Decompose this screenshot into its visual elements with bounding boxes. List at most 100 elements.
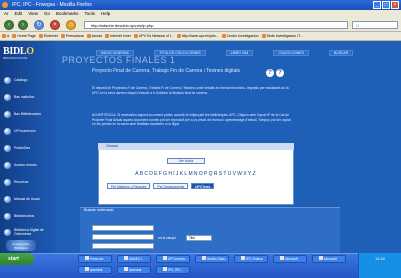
bookmarks-toolbar: A Home Page Elnternet Prensalona Asunci … bbox=[0, 32, 401, 41]
section-banner: PROYECTOS FINALES 1 bbox=[62, 55, 176, 65]
task-button[interactable]: Microsoft bbox=[273, 255, 307, 263]
search-field-2[interactable] bbox=[92, 234, 154, 240]
topnav-item[interactable]: LIBRO SIM bbox=[225, 50, 254, 56]
sidebar-item-biblioteca-digital[interactable]: Biblioteca Digital de Cebemines bbox=[4, 226, 54, 238]
field-label: en el campo bbox=[158, 236, 176, 240]
navigation-toolbar: ‹ › ↻ × ⌂ http://sdsnhe.desdzio.upv.es/i… bbox=[0, 18, 401, 32]
bookmark-item[interactable]: A bbox=[2, 34, 9, 38]
sidebar-item-acceso-remoto[interactable]: Acceso remoto bbox=[4, 160, 54, 170]
bookmark-item[interactable]: Elnternet bbox=[38, 34, 58, 38]
window-titlebar: IPC, IPC - Frwegsa - Mozilla Firefox _ □… bbox=[0, 0, 401, 10]
bookmark-item[interactable]: Centro Investigacion bbox=[221, 34, 259, 38]
menu-tools[interactable]: Tools bbox=[84, 10, 95, 18]
app-icon bbox=[124, 256, 128, 260]
task-button[interactable]: Press ser bbox=[78, 255, 112, 263]
sidebar-item-catalogo[interactable]: Catálogo bbox=[4, 75, 54, 85]
firefox-icon bbox=[2, 2, 8, 8]
view-all-button[interactable]: Ver todos bbox=[167, 158, 205, 164]
bullet-icon bbox=[4, 212, 11, 220]
title-buttons: ? ? bbox=[266, 69, 284, 77]
menu-bookmarks[interactable]: Bookmarks bbox=[56, 10, 79, 18]
by-subject-button[interactable]: Per Materies o Paraules bbox=[107, 183, 151, 189]
url-input[interactable]: http://sdsnhe.desdzio.upv.es/ip.php bbox=[84, 21, 348, 29]
sidebar-item-bibliotecarios-2[interactable]: Bibliotecarios bbox=[4, 211, 54, 221]
info-icon[interactable]: ? bbox=[276, 69, 284, 77]
app-icon bbox=[85, 267, 89, 271]
sidebar-item-manual[interactable]: Manual de Usuar bbox=[4, 194, 54, 204]
clock[interactable]: 14:32 bbox=[375, 256, 385, 261]
task-button[interactable]: Ipcentral bbox=[78, 266, 112, 274]
by-department-button[interactable]: Per Departaments bbox=[153, 183, 189, 189]
bullet-icon bbox=[4, 228, 11, 236]
window-controls: _ □ × bbox=[373, 1, 399, 9]
bookmark-icon bbox=[2, 34, 6, 38]
bookmark-icon bbox=[133, 34, 138, 38]
bullet-icon bbox=[4, 161, 11, 169]
description-paragraph: El depósit de Proyectos Fi de Carrera, T… bbox=[92, 86, 289, 95]
task-button[interactable]: IPC Ordena bbox=[234, 255, 268, 263]
bookmark-item[interactable]: http://www.upv.es/pho... bbox=[176, 34, 219, 38]
sidebar-item-recursos[interactable]: Recursos bbox=[4, 177, 54, 187]
bullet-icon bbox=[4, 144, 11, 152]
menu-file[interactable]: Ar bbox=[4, 10, 9, 18]
bullet-icon bbox=[4, 76, 11, 84]
task-button[interactable]: ANNEX 1 bbox=[117, 255, 151, 263]
stop-icon[interactable]: × bbox=[50, 20, 60, 30]
topnav-item[interactable]: COLECCIONES bbox=[273, 50, 309, 56]
menu-go[interactable]: Go bbox=[44, 10, 50, 18]
task-button[interactable]: UPCcommo... bbox=[156, 255, 190, 263]
search-panel-title: Buscar ordenació bbox=[84, 208, 114, 212]
start-button[interactable]: start bbox=[0, 253, 34, 265]
system-tray: 14:32 bbox=[358, 253, 401, 278]
sidebar-item-alumnos[interactable]: Bas Inalluños bbox=[4, 92, 54, 102]
site-logo-subtitle: BIBLIOTECA DIGITAL bbox=[3, 57, 28, 60]
field-select[interactable]: Titol bbox=[186, 235, 212, 241]
bookmark-item[interactable]: Home Page bbox=[12, 34, 36, 38]
bookmark-item[interactable]: Sede Investigacion IT... bbox=[261, 34, 303, 38]
maximize-button[interactable]: □ bbox=[382, 1, 390, 9]
bookmark-item[interactable]: Prensalona bbox=[60, 34, 84, 38]
home-icon[interactable]: ⌂ bbox=[66, 20, 76, 30]
app-icon bbox=[124, 267, 128, 271]
alphabet-index[interactable]: ABCDEFGHIJKLMNOPQRSTUVWXYZ bbox=[111, 171, 281, 177]
search-input[interactable]: G bbox=[352, 21, 398, 29]
glossary-buttons: Per Materies o Paraules Per Departaments… bbox=[107, 183, 215, 189]
sidebar-item-policies[interactable]: PolicieDas bbox=[4, 143, 54, 153]
menu-view[interactable]: View bbox=[28, 10, 38, 18]
topnav-item[interactable]: BUSCAR bbox=[328, 50, 354, 56]
bullet-icon bbox=[4, 110, 11, 118]
sidebar-item-upcommons[interactable]: UPVcommons bbox=[4, 126, 54, 136]
minimize-button[interactable]: _ bbox=[373, 1, 381, 9]
bookmark-item[interactable]: Internet Inner bbox=[105, 34, 131, 38]
help-icon[interactable]: ? bbox=[266, 69, 274, 77]
bookmark-item[interactable]: Asunci bbox=[86, 34, 102, 38]
reload-icon[interactable]: ↻ bbox=[34, 20, 44, 30]
task-button[interactable]: IPC, IPC... bbox=[156, 266, 190, 274]
app-icon bbox=[319, 256, 323, 260]
close-button[interactable]: × bbox=[391, 1, 399, 9]
app-icon bbox=[241, 256, 245, 260]
search-field-3[interactable] bbox=[92, 243, 154, 249]
task-button[interactable]: Microsoft bbox=[312, 255, 346, 263]
menu-edit[interactable]: Edit bbox=[15, 10, 23, 18]
upctesis-button[interactable]: UPCTesis bbox=[191, 183, 215, 189]
forward-icon[interactable]: › bbox=[18, 20, 28, 30]
bullet-icon bbox=[4, 93, 11, 101]
app-icon bbox=[163, 267, 167, 271]
app-icon bbox=[202, 256, 206, 260]
bookmark-icon bbox=[105, 34, 110, 38]
sidebar-footer-banner[interactable]: Acceso Libre Biblioteca bbox=[6, 240, 36, 251]
task-button[interactable]: Ipcentral bbox=[117, 266, 151, 274]
bookmark-icon bbox=[176, 34, 181, 38]
search-field-1[interactable] bbox=[92, 225, 154, 231]
task-button[interactable]: Ámbito Siste... bbox=[195, 255, 229, 263]
menu-help[interactable]: Help bbox=[101, 10, 110, 18]
bookmark-icon bbox=[86, 34, 91, 38]
back-icon[interactable]: ‹ bbox=[4, 20, 14, 30]
bookmark-item[interactable]: UPV Es Network of I... bbox=[133, 34, 174, 38]
site-logo[interactable]: BIDLO bbox=[3, 46, 34, 57]
bookmark-icon bbox=[60, 34, 65, 38]
warning-paragraph: ADVERTÈNCIA: Si necessiteu aquest docume… bbox=[92, 113, 291, 127]
sidebar-item-bibliotecarios[interactable]: Bas Bibliotecarios bbox=[4, 109, 54, 119]
bullet-icon bbox=[4, 127, 11, 135]
